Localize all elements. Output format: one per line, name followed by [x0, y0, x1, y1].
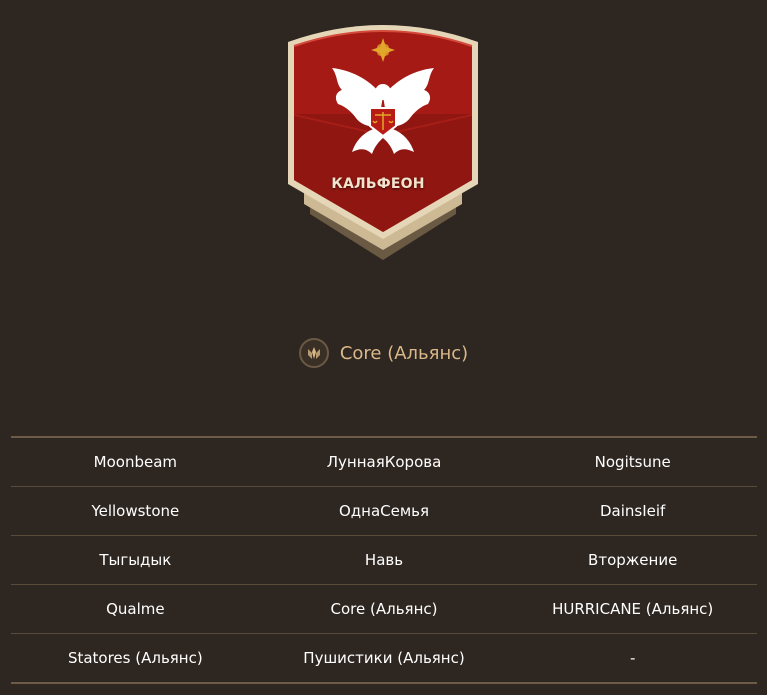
clan-name[interactable]: DainsIeif: [508, 502, 757, 520]
clan-name[interactable]: Statores (Альянс): [11, 649, 260, 667]
guild-crest-icon[interactable]: [298, 338, 329, 368]
clan-name[interactable]: Пушистики (Альянс): [260, 649, 509, 667]
clan-row: Тыгыдык Навь Вторжение: [11, 536, 757, 585]
clan-name[interactable]: ОднаСемья: [260, 502, 509, 520]
castle-owner: Core (Альянс): [0, 334, 767, 372]
castle-name: КАЛЬФЕОН: [331, 176, 425, 192]
clan-name[interactable]: Moonbeam: [11, 453, 260, 471]
castle-page: КАЛЬФЕОН Core (Альянс) Moonbeam ЛуннаяКо…: [0, 0, 767, 695]
clan-name[interactable]: ЛуннаяКорова: [260, 453, 509, 471]
clan-name[interactable]: Core (Альянс): [260, 600, 509, 618]
clan-name[interactable]: Вторжение: [508, 551, 757, 569]
clan-name[interactable]: Nogitsune: [508, 453, 757, 471]
clan-row: Moonbeam ЛуннаяКорова Nogitsune: [11, 438, 757, 487]
clan-row: Statores (Альянс) Пушистики (Альянс) -: [11, 634, 757, 684]
clan-name[interactable]: Навь: [260, 551, 509, 569]
castle-emblem: КАЛЬФЕОН: [280, 14, 488, 266]
clan-name[interactable]: Тыгыдык: [11, 551, 260, 569]
castle-shield-icon: [288, 25, 478, 260]
clan-name[interactable]: HURRICANE (Альянс): [508, 600, 757, 618]
owner-guild-name[interactable]: Core (Альянс): [340, 343, 468, 364]
clan-name[interactable]: Yellowstone: [11, 502, 260, 520]
clan-name[interactable]: Qualme: [11, 600, 260, 618]
clan-row: Qualme Core (Альянс) HURRICANE (Альянс): [11, 585, 757, 634]
clan-placeholder: -: [629, 649, 636, 667]
clan-row: Yellowstone ОднаСемья DainsIeif: [11, 487, 757, 536]
clan-list: Moonbeam ЛуннаяКорова Nogitsune Yellowst…: [11, 436, 757, 684]
